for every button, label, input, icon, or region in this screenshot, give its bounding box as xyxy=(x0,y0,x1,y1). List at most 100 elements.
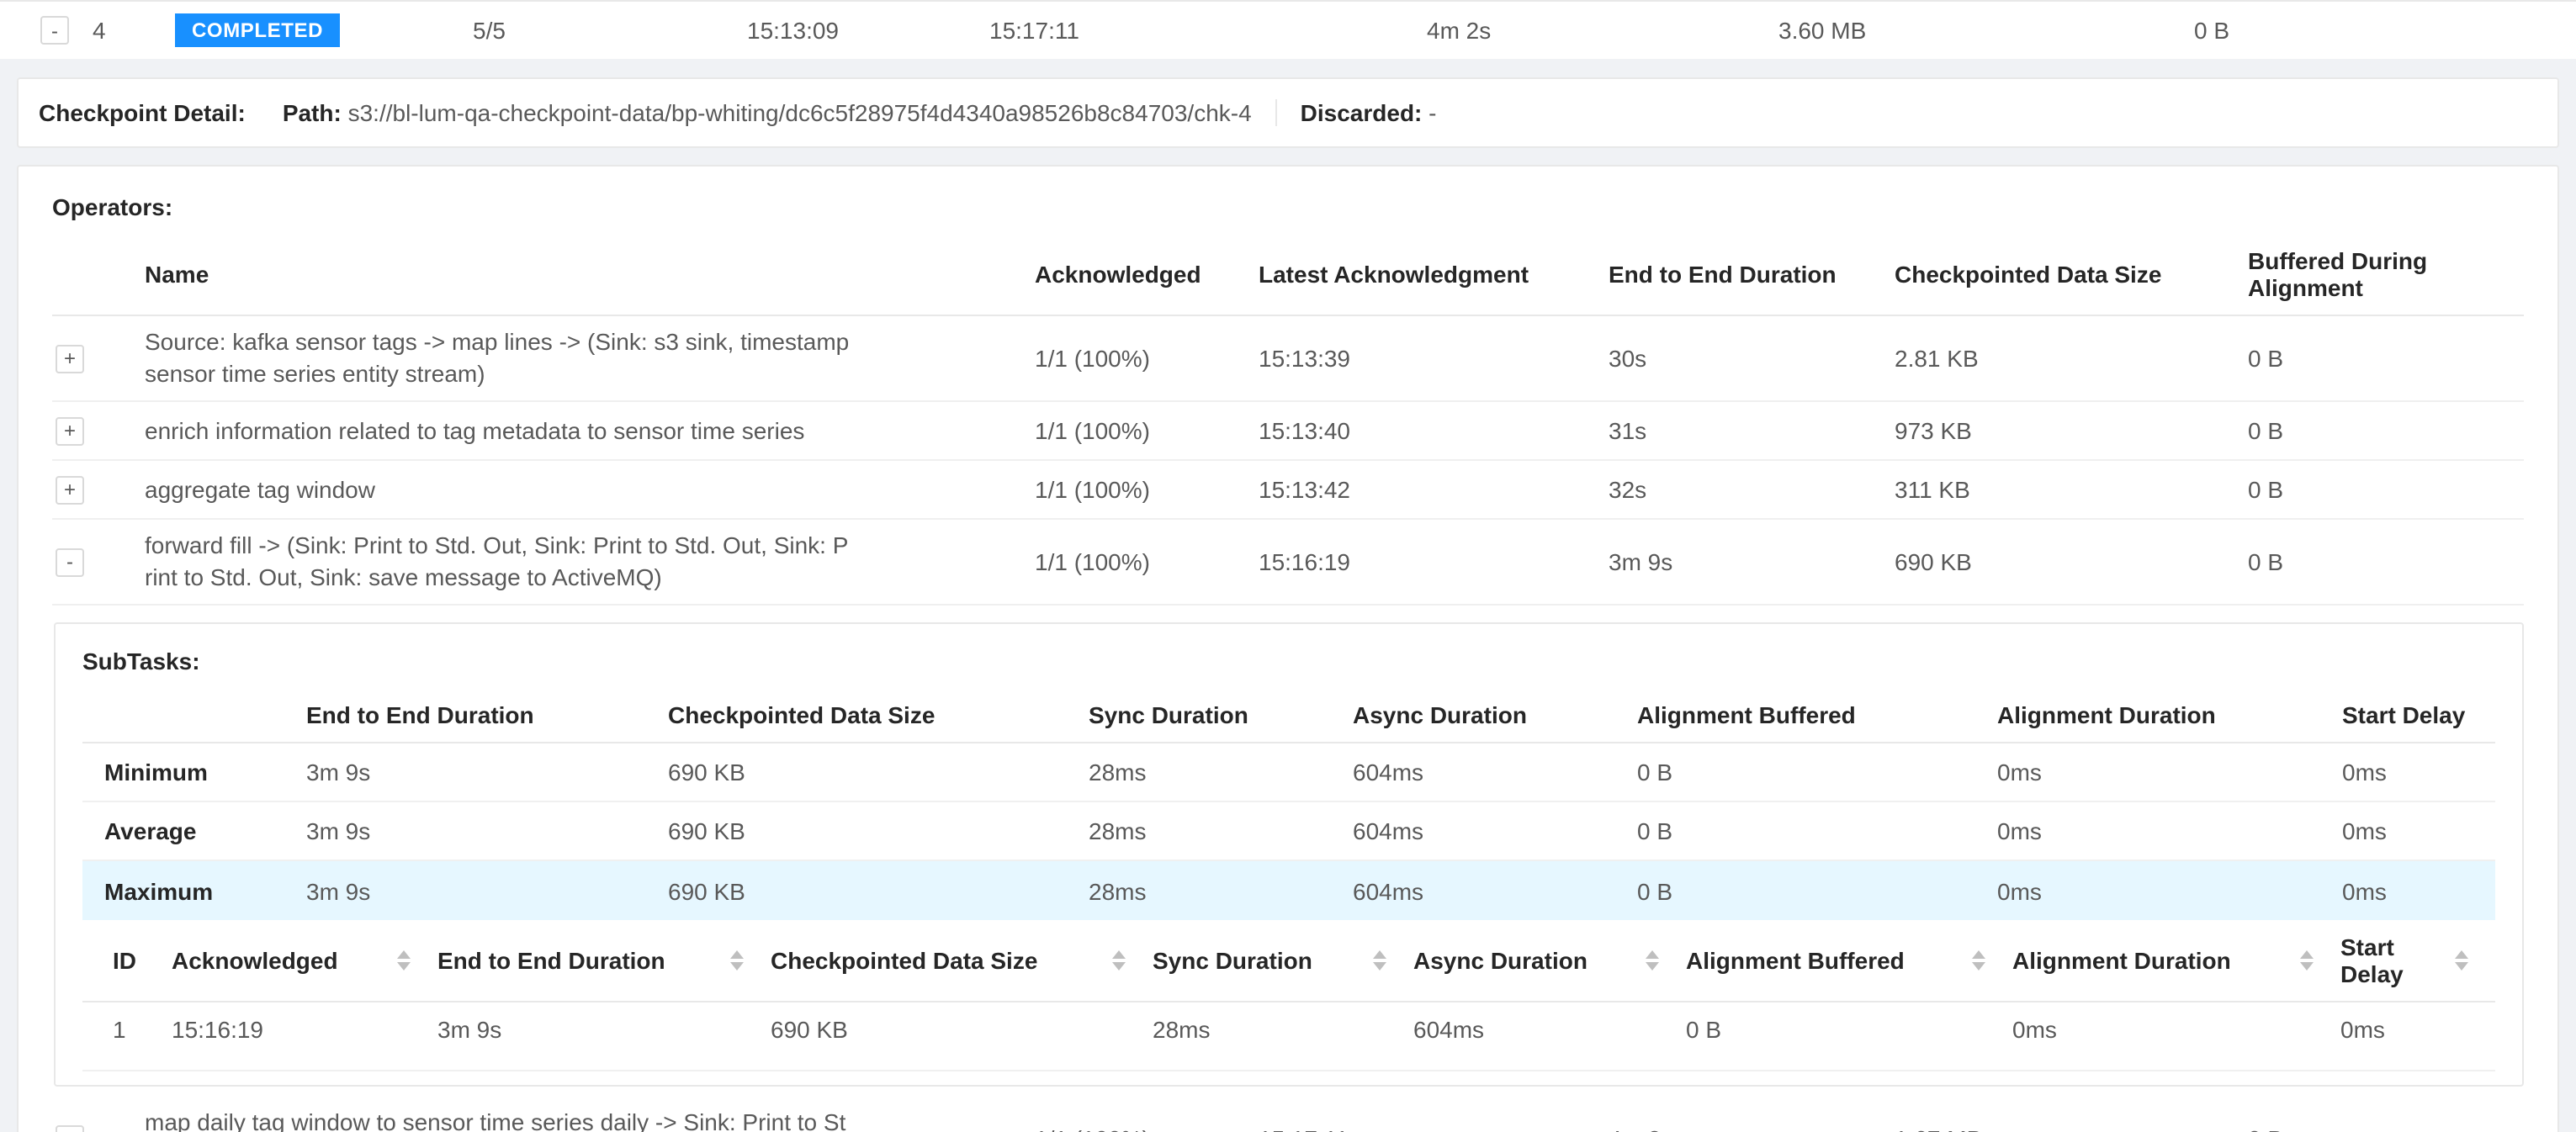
operator-acknowledged: 1/1 (100%) xyxy=(1035,345,1259,372)
column-sorter-icon[interactable] xyxy=(2455,950,2468,971)
column-sorter-icon[interactable] xyxy=(1972,950,1985,971)
operator-end-to-end-duration: 4m 2s xyxy=(1609,1125,1895,1132)
stat-value: 0ms xyxy=(1997,817,2342,844)
stat-value: 3m 9s xyxy=(306,877,668,904)
checkpoint-buffered: 0 B xyxy=(2194,17,2229,44)
operator-end-to-end-duration: 31s xyxy=(1609,417,1895,444)
col-alignment-buffered: Alignment Buffered xyxy=(1637,701,1997,728)
col-async-duration: Async Duration xyxy=(1353,701,1637,728)
stat-value: 604ms xyxy=(1353,759,1637,786)
column-sorter-icon[interactable] xyxy=(730,950,744,971)
operators-title: Operators: xyxy=(52,193,2524,220)
subtasks-panel: SubTasks: End to End Duration Checkpoint… xyxy=(54,622,2524,1087)
discarded-label: Discarded: xyxy=(1301,99,1423,126)
stat-value: 0 B xyxy=(1637,817,1997,844)
expanded-checkpoint-detail: Checkpoint Detail: Path: s3://bl-lum-qa-… xyxy=(0,59,2576,1132)
column-sorter-icon[interactable] xyxy=(397,950,411,971)
checkpoint-acknowledged: 5/5 xyxy=(473,17,506,44)
col-end-to-end-duration: End to End Duration xyxy=(1609,261,1895,288)
col-name: Name xyxy=(145,261,1035,288)
stat-value: 0ms xyxy=(2342,817,2495,844)
col-start-delay[interactable]: Start Delay xyxy=(2340,934,2455,987)
stat-label: Average xyxy=(104,817,306,844)
col-sync-duration[interactable]: Sync Duration xyxy=(1153,947,1312,974)
column-sorter-icon[interactable] xyxy=(1373,950,1386,971)
checkpoint-data-size: 3.60 MB xyxy=(1778,17,1866,44)
expand-operator-button[interactable]: + xyxy=(56,475,84,504)
stat-value: 0ms xyxy=(2342,759,2495,786)
column-sorter-icon[interactable] xyxy=(1646,950,1659,971)
stats-row-minimum: Minimum 3m 9s 690 KB 28ms 604ms 0 B 0ms … xyxy=(82,743,2495,802)
col-checkpointed-data-size[interactable]: Checkpointed Data Size xyxy=(771,947,1037,974)
operator-latest-acknowledgment: 15:13:42 xyxy=(1259,476,1609,503)
expand-operator-button[interactable]: + xyxy=(56,416,84,445)
col-start-delay: Start Delay xyxy=(2342,701,2495,728)
vertical-divider xyxy=(1275,99,1277,126)
stats-row-maximum: Maximum 3m 9s 690 KB 28ms 604ms 0 B 0ms … xyxy=(82,861,2495,920)
stat-value: 28ms xyxy=(1089,817,1353,844)
collapse-operator-button[interactable]: - xyxy=(56,547,84,576)
stat-value: 690 KB xyxy=(668,877,1089,904)
col-id: ID xyxy=(113,947,136,974)
operator-latest-acknowledgment: 15:16:19 xyxy=(1259,548,1609,575)
operator-name: aggregate tag window xyxy=(145,473,375,505)
checkpoint-summary-row: - 4 COMPLETED 5/5 15:13:09 15:17:11 4m 2… xyxy=(0,0,2576,59)
subtask-async-duration: 604ms xyxy=(1413,1016,1686,1043)
column-sorter-icon[interactable] xyxy=(1112,950,1126,971)
stat-value: 0 B xyxy=(1637,759,1997,786)
subtask-alignment-duration: 0ms xyxy=(2012,1016,2340,1043)
stat-value: 604ms xyxy=(1353,817,1637,844)
expand-operator-button[interactable]: + xyxy=(56,1124,84,1132)
discarded-value: - xyxy=(1428,99,1436,126)
operator-checkpointed-data-size: 973 KB xyxy=(1895,417,2248,444)
operator-name: Source: kafka sensor tags -> map lines -… xyxy=(145,326,851,390)
operator-buffered: 0 B xyxy=(2248,417,2524,444)
operator-row: + aggregate tag window 1/1 (100%) 15:13:… xyxy=(52,461,2524,520)
operator-row: + Source: kafka sensor tags -> map lines… xyxy=(52,316,2524,402)
operator-checkpointed-data-size: 2.81 KB xyxy=(1895,345,2248,372)
subtask-checkpointed-data-size: 690 KB xyxy=(771,1016,1153,1043)
subtasks-title: SubTasks: xyxy=(82,648,2495,674)
subtask-alignment-buffered: 0 B xyxy=(1686,1016,2012,1043)
stat-value: 0ms xyxy=(1997,759,2342,786)
subtask-start-delay: 0ms xyxy=(2340,1016,2495,1043)
col-checkpointed-data-size: Checkpointed Data Size xyxy=(1895,261,2248,288)
col-async-duration[interactable]: Async Duration xyxy=(1413,947,1587,974)
column-sorter-icon[interactable] xyxy=(2300,950,2314,971)
col-acknowledged[interactable]: Acknowledged xyxy=(172,947,338,974)
path-value: s3://bl-lum-qa-checkpoint-data/bp-whitin… xyxy=(348,99,1252,126)
stat-value: 28ms xyxy=(1089,759,1353,786)
collapse-checkpoint-button[interactable]: - xyxy=(40,16,69,45)
checkpoint-path: Path: s3://bl-lum-qa-checkpoint-data/bp-… xyxy=(283,99,1252,126)
stat-label: Minimum xyxy=(104,759,306,786)
operator-checkpointed-data-size: 311 KB xyxy=(1895,476,2248,503)
col-buffered-during-alignment: Buffered During Alignment xyxy=(2248,247,2524,301)
operator-buffered: 0 B xyxy=(2248,1125,2524,1132)
operator-buffered: 0 B xyxy=(2248,345,2524,372)
subtask-end-to-end-duration: 3m 9s xyxy=(437,1016,771,1043)
operator-acknowledged: 1/1 (100%) xyxy=(1035,1125,1259,1132)
operators-header-row: Name Acknowledged Latest Acknowledgment … xyxy=(52,237,2524,316)
status-badge: COMPLETED xyxy=(175,13,340,47)
col-alignment-buffered[interactable]: Alignment Buffered xyxy=(1686,947,1905,974)
checkpoint-end-to-end-duration: 4m 2s xyxy=(1427,17,1491,44)
stat-value: 3m 9s xyxy=(306,817,668,844)
col-alignment-duration[interactable]: Alignment Duration xyxy=(2012,947,2231,974)
operator-row: + enrich information related to tag meta… xyxy=(52,402,2524,461)
subtask-acknowledged: 15:16:19 xyxy=(172,1016,437,1043)
operators-card: Operators: Name Acknowledged Latest Ackn… xyxy=(17,165,2559,1132)
subtask-row: 1 15:16:19 3m 9s 690 KB 28ms 604ms 0 B 0… xyxy=(82,1002,2495,1071)
stat-value: 690 KB xyxy=(668,759,1089,786)
operator-row: + map daily tag window to sensor time se… xyxy=(52,1097,2524,1132)
checkpoint-id: 4 xyxy=(93,17,106,44)
col-sync-duration: Sync Duration xyxy=(1089,701,1353,728)
operator-acknowledged: 1/1 (100%) xyxy=(1035,476,1259,503)
checkpoint-latest-acknowledgment: 15:17:11 xyxy=(989,17,1079,44)
operator-end-to-end-duration: 32s xyxy=(1609,476,1895,503)
col-end-to-end-duration[interactable]: End to End Duration xyxy=(437,947,665,974)
col-end-to-end-duration: End to End Duration xyxy=(306,701,668,728)
stat-value: 690 KB xyxy=(668,817,1089,844)
stat-value: 3m 9s xyxy=(306,759,668,786)
expand-operator-button[interactable]: + xyxy=(56,344,84,373)
col-alignment-duration: Alignment Duration xyxy=(1997,701,2342,728)
